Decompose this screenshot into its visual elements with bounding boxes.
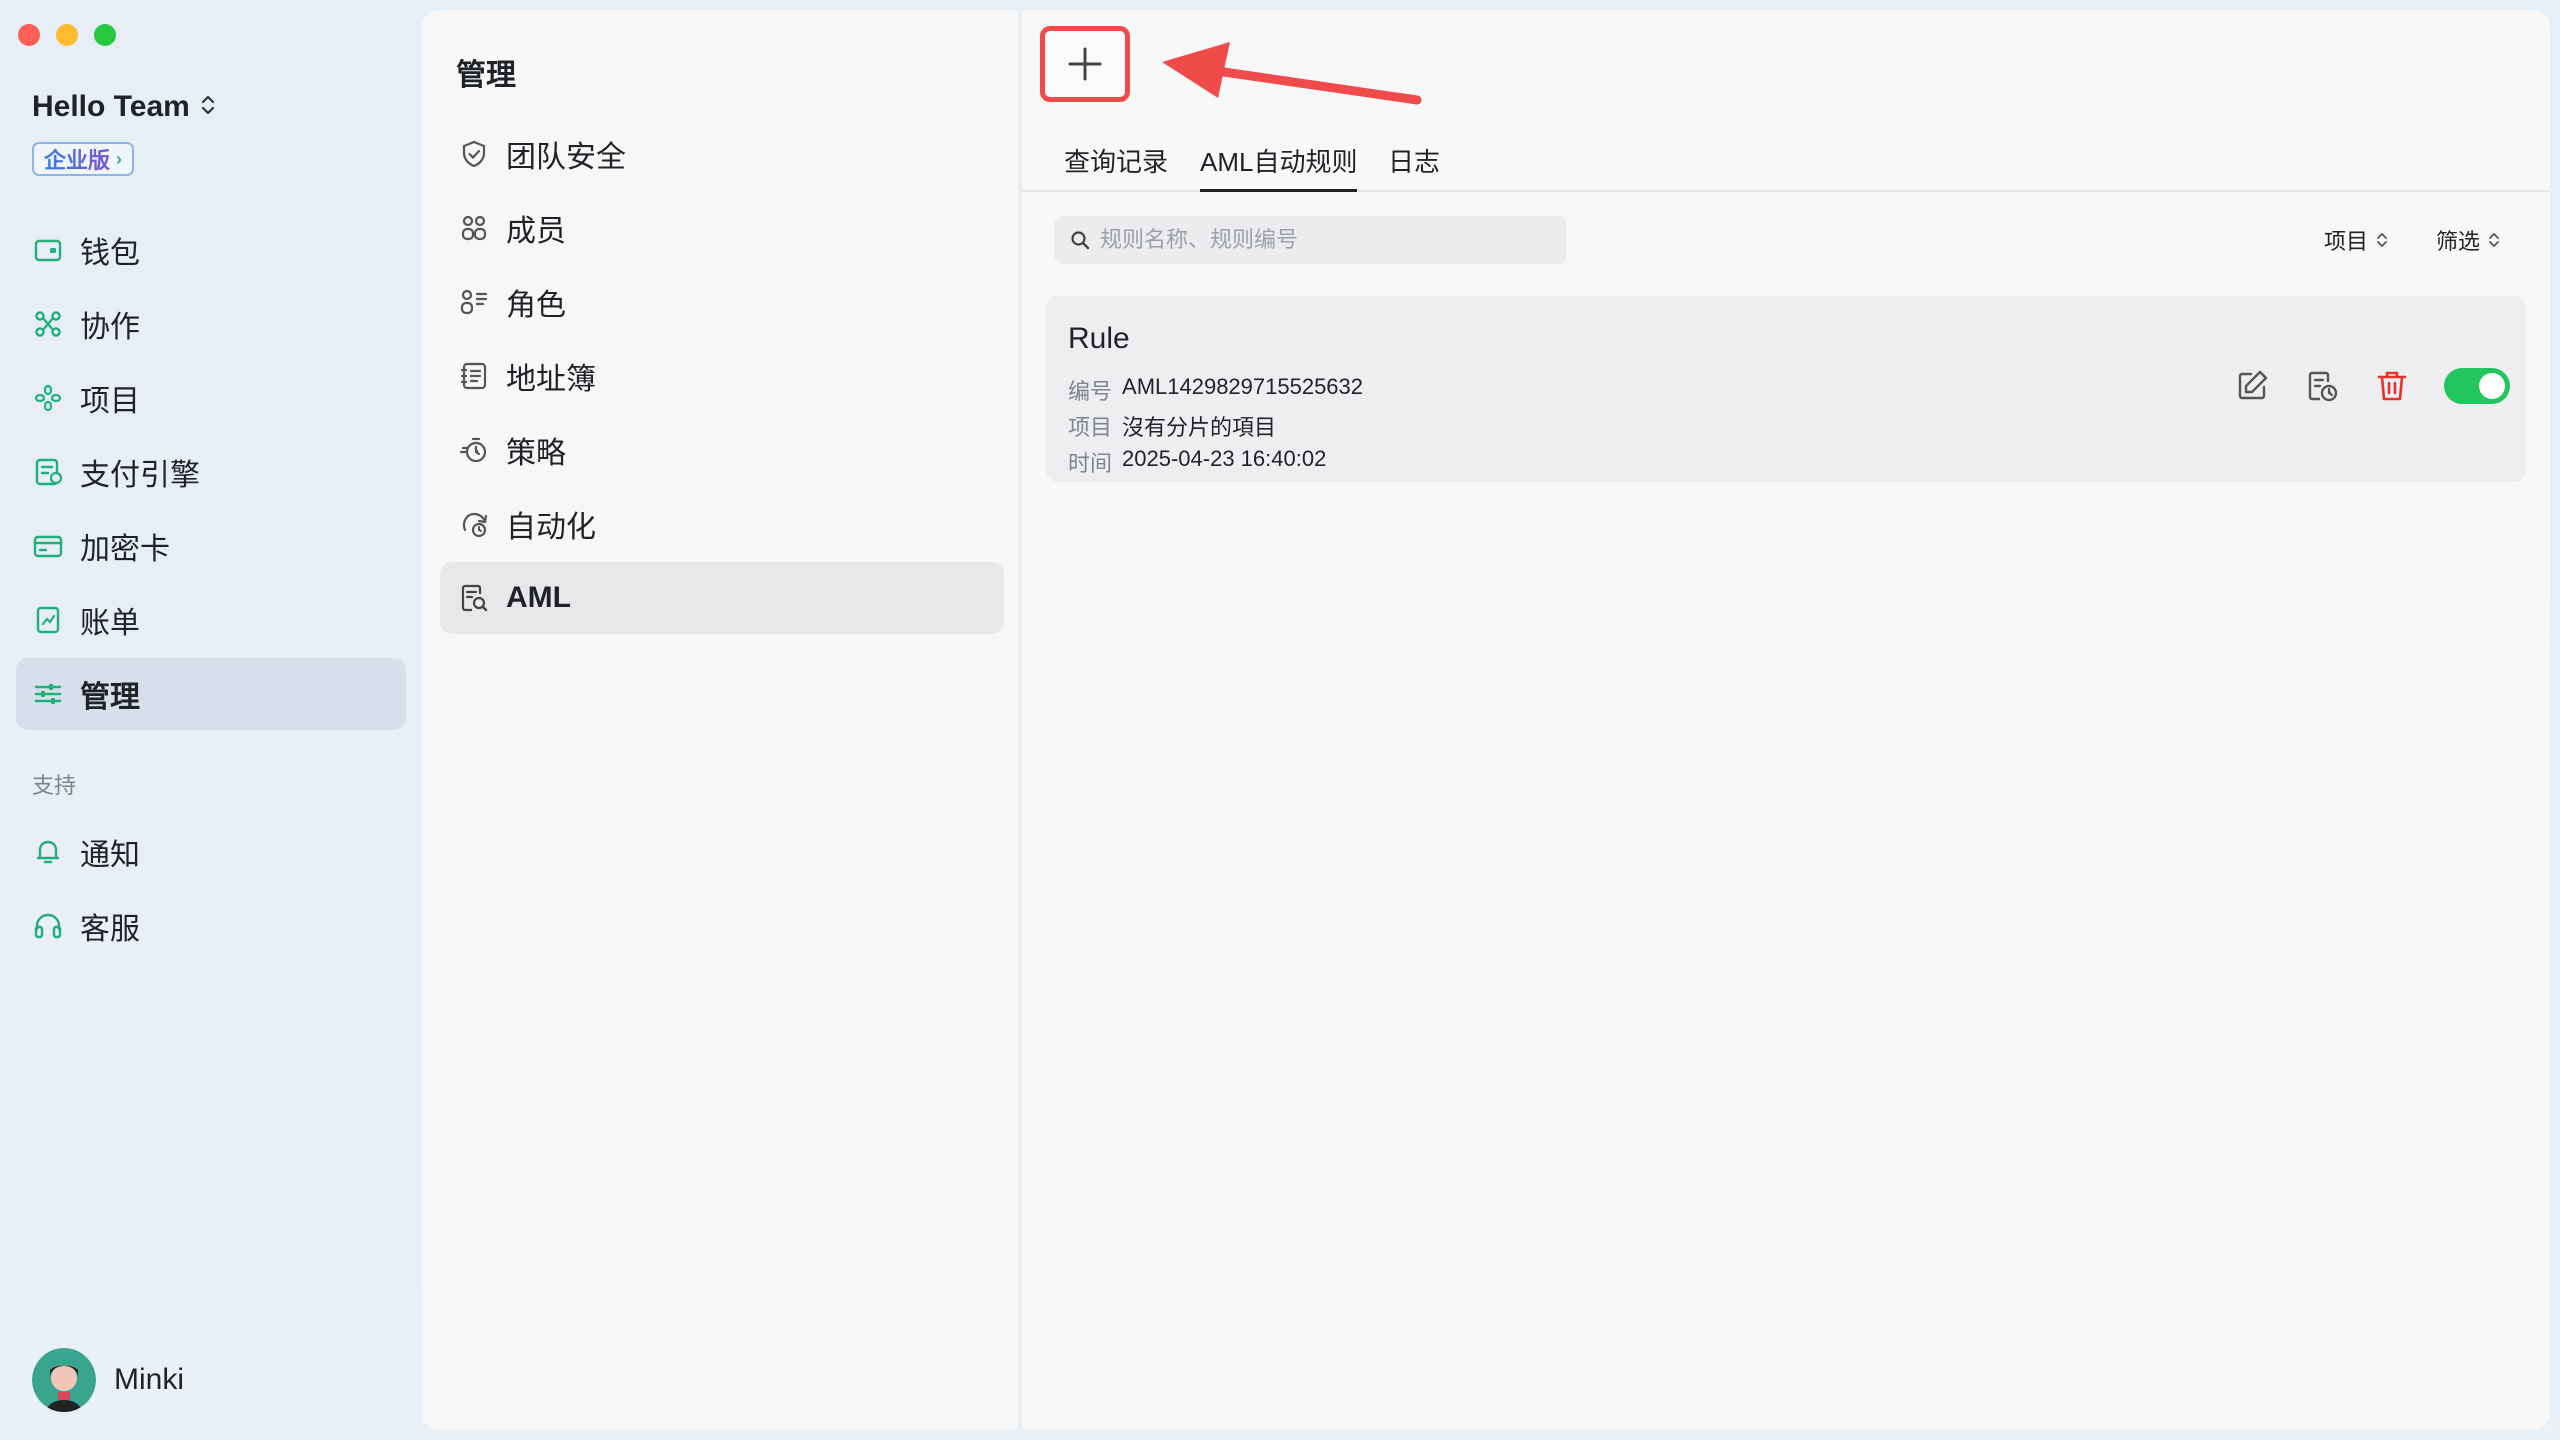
avatar	[32, 1348, 96, 1412]
project-icon	[34, 384, 62, 412]
sidebar-item-bill[interactable]: 账单	[16, 584, 406, 656]
sidebar-item-collab[interactable]: 协作	[16, 288, 406, 360]
rule-actions	[2234, 368, 2510, 404]
rule-enabled-toggle[interactable]	[2444, 368, 2510, 404]
sidebar-item-label: 项目	[80, 385, 140, 418]
menu-item-policy[interactable]: 策略	[440, 414, 1004, 486]
rule-id-key: 编号	[1068, 379, 1113, 404]
shield-icon	[462, 140, 486, 168]
tab-logs[interactable]: 日志	[1388, 142, 1440, 192]
bill-icon	[36, 606, 60, 634]
enterprise-badge[interactable]: 企业版 ›	[32, 142, 135, 176]
tab-query-records[interactable]: 查询记录	[1064, 142, 1168, 192]
primary-nav: 钱包 协作 项目 支付引擎 加密卡 账单 管理	[16, 214, 406, 732]
sidebar-item-payment-engine[interactable]: 支付引擎	[16, 436, 406, 508]
menu-item-aml[interactable]: AML	[440, 562, 1004, 634]
rule-time-row: 时间 2025-04-23 16:40:02	[1068, 446, 1326, 478]
menu-item-label: 地址簿	[506, 363, 596, 396]
chevron-updown-icon	[2489, 233, 2499, 247]
filter-dropdown[interactable]: 筛选	[2436, 224, 2500, 256]
edit-icon[interactable]	[2234, 368, 2270, 404]
rule-project-row: 项目 沒有分片的項目	[1068, 410, 1276, 442]
sidebar-item-label: 协作	[80, 311, 140, 344]
sidebar-item-label: 客服	[80, 913, 140, 946]
rule-time-value: 2025-04-23 16:40:02	[1122, 446, 1327, 471]
sidebar-item-customer-service[interactable]: 客服	[16, 890, 406, 962]
sidebar-item-label: 钱包	[80, 237, 140, 270]
team-name: Hello Team	[32, 90, 190, 123]
menu-item-team-security[interactable]: 团队安全	[440, 118, 1004, 190]
payment-engine-icon	[35, 458, 63, 486]
user-name: Minki	[114, 1363, 185, 1396]
rule-id-row: 编号 AML1429829715525632	[1068, 374, 1363, 406]
menu-item-members[interactable]: 成员	[440, 192, 1004, 264]
chevron-updown-icon	[2377, 233, 2387, 247]
user-profile[interactable]: Minki	[32, 1348, 184, 1412]
policy-icon	[459, 437, 487, 463]
collab-icon	[35, 311, 61, 337]
manage-menu: 团队安全 成员 角色 地址簿 策略 自动化 AML	[440, 118, 1004, 636]
roles-icon	[460, 289, 488, 315]
sidebar-item-label: 通知	[80, 839, 140, 872]
menu-item-label: 角色	[506, 289, 566, 322]
menu-item-roles[interactable]: 角色	[440, 266, 1004, 338]
rule-card[interactable]: Rule 编号 AML1429829715525632 项目 沒有分片的項目 时…	[1046, 296, 2526, 482]
sidebar-item-manage[interactable]: 管理	[16, 658, 406, 730]
members-icon	[461, 215, 487, 241]
headset-icon	[34, 913, 62, 939]
manage-panel: 管理 团队安全 成员 角色 地址簿 策略 自动化 AML	[422, 10, 1020, 1430]
rule-time-key: 时间	[1068, 451, 1113, 476]
sidebar: Hello Team 企业版 › 钱包 协作 项目 支付引擎 加密卡 账单 管理…	[0, 0, 420, 1440]
crypto-card-icon	[33, 535, 63, 558]
project-filter-label: 项目	[2324, 229, 2369, 254]
chevron-updown-icon	[200, 94, 216, 120]
wallet-icon	[34, 239, 62, 262]
annotation-arrow-icon	[1162, 42, 1422, 105]
search-icon	[1071, 231, 1090, 250]
aml-main-panel: 查询记录 AML自动规则 日志 项目 筛选 Rule 编号 AML1429829…	[1022, 10, 2550, 1430]
sidebar-item-crypto-card[interactable]: 加密卡	[16, 510, 406, 582]
delete-icon[interactable]	[2374, 368, 2410, 404]
rule-project-value: 沒有分片的項目	[1122, 415, 1277, 440]
panel-title: 管理	[456, 59, 516, 92]
rule-id-value: AML1429829715525632	[1122, 374, 1364, 399]
sidebar-item-wallet[interactable]: 钱包	[16, 214, 406, 286]
add-rule-button[interactable]	[1040, 26, 1130, 102]
menu-item-automation[interactable]: 自动化	[440, 488, 1004, 560]
sidebar-item-label: 管理	[80, 681, 140, 714]
sidebar-item-notifications[interactable]: 通知	[16, 816, 406, 888]
enterprise-badge-label: 企业版	[44, 143, 110, 175]
rule-title: Rule	[1068, 322, 1130, 355]
menu-item-label: 团队安全	[506, 141, 626, 174]
filter-label: 筛选	[2436, 229, 2481, 254]
chevron-right-icon: ›	[116, 148, 123, 169]
plus-icon	[1068, 47, 1102, 81]
menu-item-address-book[interactable]: 地址簿	[440, 340, 1004, 412]
bell-icon	[36, 840, 60, 864]
app-window: Hello Team 企业版 › 钱包 协作 项目 支付引擎 加密卡 账单 管理…	[0, 0, 2560, 1440]
rule-history-icon[interactable]	[2304, 368, 2340, 404]
search-box[interactable]	[1054, 216, 1566, 264]
support-section-label: 支持	[32, 773, 77, 798]
menu-item-label: 策略	[506, 437, 566, 470]
sidebar-item-label: 加密卡	[80, 533, 170, 566]
manage-icon	[34, 684, 62, 704]
aml-icon	[461, 584, 488, 612]
menu-item-label: 成员	[506, 215, 566, 248]
sidebar-item-label: 账单	[80, 607, 140, 640]
project-filter-dropdown[interactable]: 项目	[2324, 224, 2388, 256]
address-book-icon	[460, 362, 487, 390]
team-switcher[interactable]: Hello Team	[32, 90, 216, 124]
tab-aml-auto-rules[interactable]: AML自动规则	[1200, 142, 1358, 192]
tab-bar: 查询记录 AML自动规则 日志	[1022, 128, 2550, 192]
sidebar-item-project[interactable]: 项目	[16, 362, 406, 434]
support-nav: 通知 客服	[16, 816, 406, 964]
search-input[interactable]	[1100, 227, 1540, 253]
sidebar-item-label: 支付引擎	[80, 459, 200, 492]
automation-icon	[462, 512, 488, 538]
rule-project-key: 项目	[1068, 415, 1113, 440]
menu-item-label: 自动化	[506, 511, 596, 544]
menu-item-label: AML	[506, 581, 571, 614]
